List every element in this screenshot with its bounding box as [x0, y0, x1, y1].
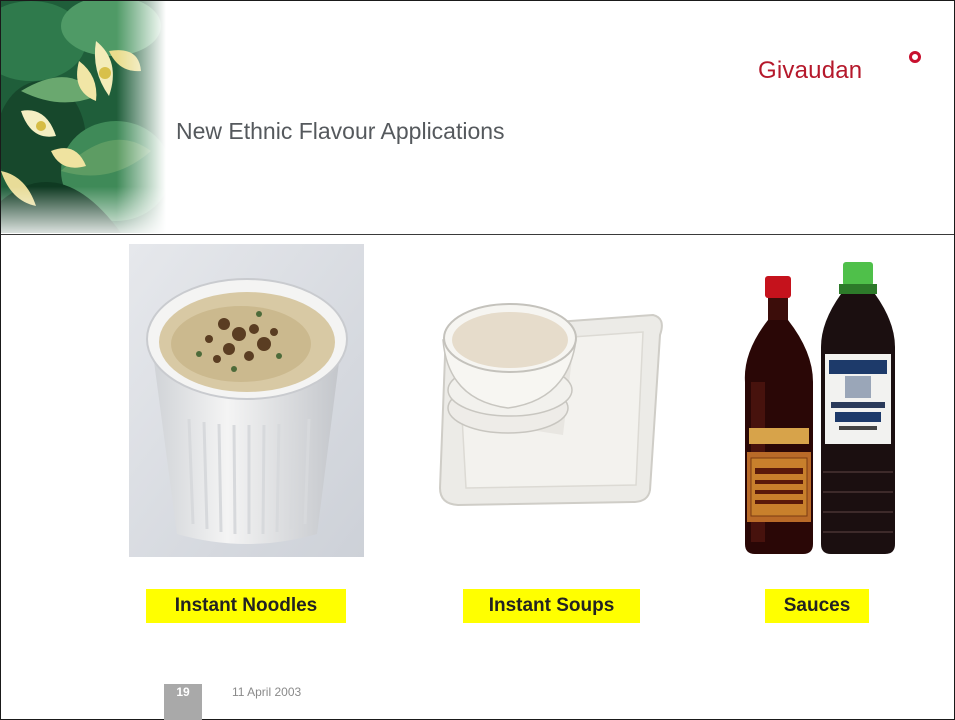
slide-title: New Ethnic Flavour Applications: [176, 118, 505, 144]
instant-soups-photo: [428, 290, 668, 515]
brand-logo: Givaudan: [758, 57, 863, 84]
footer-date: 11 April 2003: [232, 685, 302, 699]
instant-soups-label: Instant Soups: [463, 589, 640, 623]
sauces-photo: [735, 262, 897, 557]
page-number: 19: [176, 685, 190, 699]
brand-logo-mark-icon: [909, 51, 921, 63]
instant-noodles-label: Instant Noodles: [146, 589, 346, 623]
sauces-label: Sauces: [765, 589, 869, 623]
vanilla-flower-image: [1, 1, 166, 233]
header-divider: [1, 234, 954, 235]
instant-noodles-photo: [129, 244, 364, 557]
